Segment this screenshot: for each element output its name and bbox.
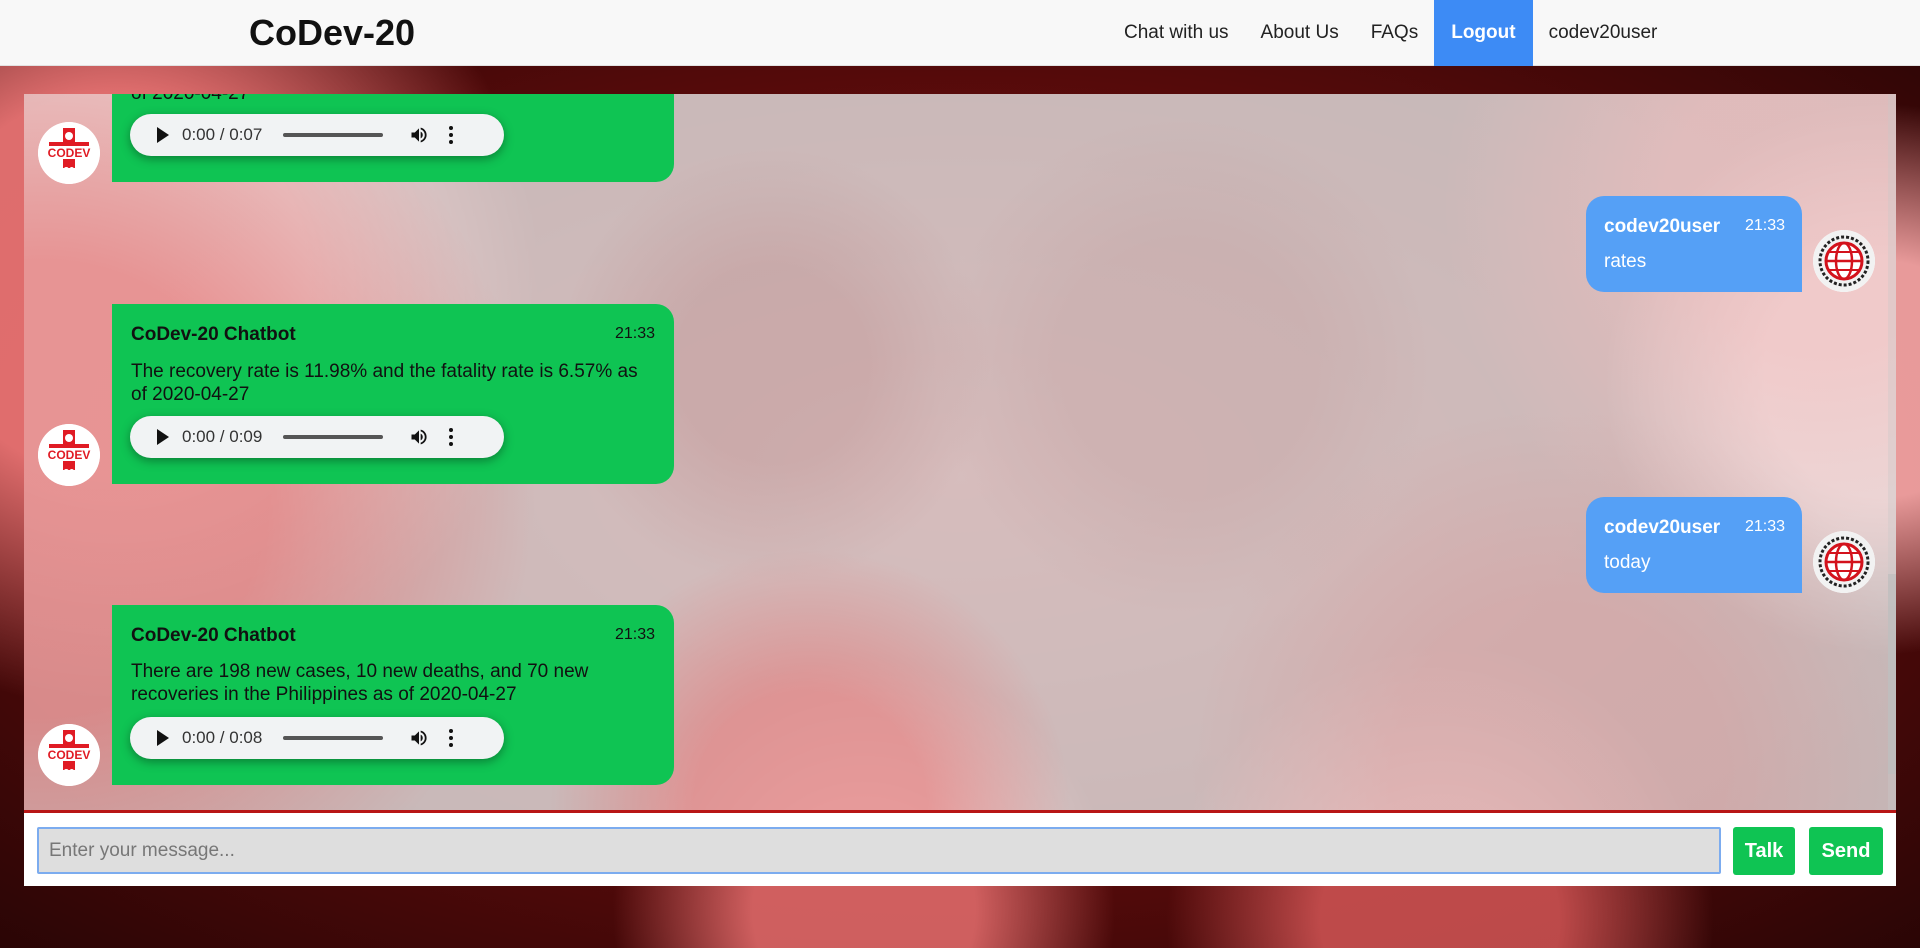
- chatbot-message-bubble: CoDev-20 Chatbot 21:33 There are 198 new…: [112, 605, 674, 785]
- chat-scrollbar[interactable]: [1888, 94, 1896, 810]
- svg-text:CODEV: CODEV: [48, 146, 91, 160]
- chatbot-message-bubble: CoDev-20 Chatbot 21:33 The recovery rate…: [112, 304, 674, 484]
- play-icon[interactable]: [157, 429, 169, 445]
- nav-username[interactable]: codev20user: [1533, 0, 1674, 66]
- user-avatar: [1813, 531, 1875, 593]
- user-avatar: [1813, 230, 1875, 292]
- svg-text:20: 20: [63, 166, 75, 177]
- chatbot-avatar: CODEV 20: [38, 724, 100, 786]
- audio-player[interactable]: 0:00 / 0:08: [130, 717, 504, 759]
- nav-chat-with-us[interactable]: Chat with us: [1108, 0, 1245, 66]
- chatbot-avatar: CODEV 20: [38, 122, 100, 184]
- nav-logout[interactable]: Logout: [1434, 0, 1533, 66]
- audio-time: 0:00 / 0:07: [182, 125, 263, 144]
- message-sender: CoDev-20 Chatbot: [131, 324, 296, 345]
- message-text: today: [1604, 552, 1651, 573]
- globe-icon: [1813, 531, 1875, 593]
- top-navbar: CoDev-20 Chat with us About Us FAQs Logo…: [0, 0, 1920, 66]
- user-message-bubble: codev20user 21:33 today: [1586, 497, 1802, 593]
- message-composer: Talk Send: [24, 810, 1896, 886]
- message-time: 21:33: [1744, 518, 1785, 535]
- message-text: of 2020-04-27: [131, 94, 249, 105]
- svg-text:20: 20: [63, 768, 75, 779]
- chatbot-message-bubble: of 2020-04-27 0:00 / 0:07: [112, 94, 674, 182]
- chat-scrollbar-thumb[interactable]: [1888, 574, 1896, 774]
- nav-faqs[interactable]: FAQs: [1355, 0, 1435, 66]
- audio-progress-slider[interactable]: [283, 736, 383, 740]
- user-message-bubble: codev20user 21:33 rates: [1586, 196, 1802, 292]
- play-icon[interactable]: [157, 127, 169, 143]
- message-time: 21:33: [614, 626, 655, 643]
- svg-text:CODEV: CODEV: [48, 748, 91, 762]
- message-sender: codev20user: [1604, 216, 1721, 237]
- codev-logo-icon: CODEV 20: [38, 724, 100, 786]
- talk-button[interactable]: Talk: [1733, 827, 1795, 875]
- message-sender: codev20user: [1604, 517, 1721, 538]
- audio-player[interactable]: 0:00 / 0:07: [130, 114, 504, 156]
- message-sender: CoDev-20 Chatbot: [131, 625, 296, 646]
- message-text: There are 198 new cases, 10 new deaths, …: [131, 661, 589, 705]
- more-vert-icon[interactable]: [449, 729, 453, 747]
- svg-text:20: 20: [63, 468, 75, 479]
- chat-history[interactable]: CODEV 20 of 2020-04-27 0:00 / 0:07 codev…: [24, 94, 1896, 810]
- message-input[interactable]: [37, 827, 1721, 874]
- nav-links: Chat with us About Us FAQs Logout codev2…: [1108, 0, 1673, 66]
- volume-icon[interactable]: [409, 125, 429, 145]
- chatbot-avatar: CODEV 20: [38, 424, 100, 486]
- globe-icon: [1813, 230, 1875, 292]
- play-icon[interactable]: [157, 730, 169, 746]
- message-time: 21:33: [614, 325, 655, 342]
- nav-about-us[interactable]: About Us: [1245, 0, 1355, 66]
- brand-title[interactable]: CoDev-20: [249, 13, 415, 53]
- volume-icon[interactable]: [409, 728, 429, 748]
- svg-text:CODEV: CODEV: [48, 448, 91, 462]
- more-vert-icon[interactable]: [449, 126, 453, 144]
- audio-time: 0:00 / 0:08: [182, 728, 263, 747]
- audio-player[interactable]: 0:00 / 0:09: [130, 416, 504, 458]
- audio-time: 0:00 / 0:09: [182, 427, 263, 446]
- send-button[interactable]: Send: [1809, 827, 1883, 875]
- message-time: 21:33: [1744, 217, 1785, 234]
- audio-progress-slider[interactable]: [283, 133, 383, 137]
- volume-icon[interactable]: [409, 427, 429, 447]
- codev-logo-icon: CODEV 20: [38, 122, 100, 184]
- audio-progress-slider[interactable]: [283, 435, 383, 439]
- message-text: The recovery rate is 11.98% and the fata…: [131, 361, 638, 405]
- codev-logo-icon: CODEV 20: [38, 424, 100, 486]
- message-text: rates: [1604, 251, 1647, 272]
- more-vert-icon[interactable]: [449, 428, 453, 446]
